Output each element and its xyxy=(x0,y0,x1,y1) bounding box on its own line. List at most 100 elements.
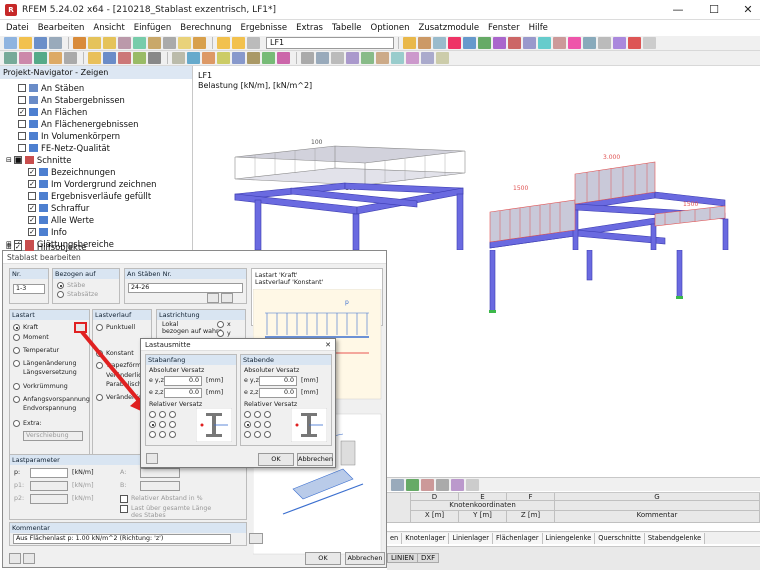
tool-icon[interactable] xyxy=(436,478,449,491)
tool-icon[interactable] xyxy=(583,37,596,49)
tool-icon[interactable] xyxy=(118,37,131,49)
radio-staebe[interactable] xyxy=(57,282,64,289)
member-numbers-field[interactable]: 24-26 xyxy=(128,283,243,293)
nav-item-ergebnisverlaeufe[interactable]: Ergebnisverläufe gefüllt xyxy=(28,190,151,201)
tab-stabendgelenke[interactable]: Stabendgelenke xyxy=(644,532,706,544)
tool-icon[interactable] xyxy=(217,37,230,49)
checkbox-relative[interactable] xyxy=(120,495,128,503)
close-button[interactable]: ✕ xyxy=(730,2,760,18)
column-header-g[interactable]: G xyxy=(555,493,760,501)
tool-icon[interactable] xyxy=(478,37,491,49)
tool-icon[interactable] xyxy=(103,37,116,49)
close-icon[interactable]: ✕ xyxy=(325,339,331,351)
tool-icon[interactable] xyxy=(346,52,359,64)
checkbox[interactable] xyxy=(18,131,26,140)
checkbox[interactable] xyxy=(18,119,26,128)
checkbox-whole-length[interactable] xyxy=(120,505,128,513)
radio-laengenaenderung[interactable] xyxy=(13,360,20,367)
grid-radio[interactable] xyxy=(149,431,156,438)
radio-anfangsvorspannung[interactable] xyxy=(13,396,20,403)
details-icon[interactable] xyxy=(23,553,35,564)
tool-icon[interactable] xyxy=(598,37,611,49)
tool-icon[interactable] xyxy=(217,52,230,64)
expand-icon[interactable]: ⊞ xyxy=(6,243,12,251)
tab-querschnitte[interactable]: Querschnitte xyxy=(595,532,645,544)
print-icon[interactable] xyxy=(49,37,62,49)
tool-icon[interactable] xyxy=(436,52,449,64)
tool-icon[interactable] xyxy=(232,52,245,64)
nav-item-hilfsobjekte[interactable]: ⊞ ✓ Hilfsobjekte xyxy=(6,241,86,252)
tool-icon[interactable] xyxy=(118,52,131,64)
nav-item-bezeichnungen[interactable]: ✓ Bezeichnungen xyxy=(28,166,115,177)
tab-liniengelenke[interactable]: Liniengelenke xyxy=(542,532,596,544)
tool-icon[interactable] xyxy=(553,37,566,49)
nav-item-schraffur[interactable]: ✓ Schraffur xyxy=(28,202,89,213)
pick-icon[interactable] xyxy=(207,293,219,303)
ok-button[interactable]: OK xyxy=(305,552,341,565)
status-dxf[interactable]: DXF xyxy=(417,553,440,563)
tool-icon[interactable] xyxy=(466,478,479,491)
tool-icon[interactable] xyxy=(193,37,206,49)
grid-radio[interactable] xyxy=(264,431,271,438)
param-p2-field[interactable] xyxy=(30,494,68,504)
nav-item-an-staben[interactable]: An Stäben xyxy=(18,82,84,93)
nav-item-an-flaechenergebnissen[interactable]: An Flächenergebnissen xyxy=(18,118,138,129)
tool-icon[interactable] xyxy=(133,52,146,64)
column-header-e[interactable]: E xyxy=(459,493,507,501)
tool-icon[interactable] xyxy=(19,52,32,64)
radio-stabsatz[interactable] xyxy=(57,291,64,298)
grid-radio[interactable] xyxy=(159,431,166,438)
grid-radio[interactable] xyxy=(169,431,176,438)
checkbox[interactable]: ✓ xyxy=(28,167,36,176)
checkbox[interactable]: ■ xyxy=(13,155,22,164)
nav-item-an-flaechen[interactable]: ✓ An Flächen xyxy=(18,106,87,117)
maximize-button[interactable]: ☐ xyxy=(696,2,732,18)
checkbox[interactable]: ✓ xyxy=(28,203,36,212)
model-view[interactable]: LF1 Belastung [kN/m], [kN/m^2] 100 100 xyxy=(195,66,760,250)
tool-icon[interactable] xyxy=(391,478,404,491)
tool-icon[interactable] xyxy=(247,52,260,64)
tool-icon[interactable] xyxy=(316,52,329,64)
grid-radio[interactable] xyxy=(169,411,176,418)
menu-einfuegen[interactable]: Einfügen xyxy=(134,23,172,33)
grid-radio[interactable] xyxy=(159,421,166,428)
tab-knoten[interactable]: en xyxy=(387,532,403,544)
radio-dir-x[interactable] xyxy=(217,321,224,328)
checkbox[interactable] xyxy=(18,143,26,152)
grid-radio[interactable] xyxy=(264,421,271,428)
pick-icon[interactable] xyxy=(221,293,233,303)
help-icon[interactable] xyxy=(146,453,158,464)
ey-end-field[interactable]: 0.0 xyxy=(259,376,297,386)
menu-ergebnisse[interactable]: Ergebnisse xyxy=(241,23,288,33)
ey-start-field[interactable]: 0.0 xyxy=(164,376,202,386)
column-header-f[interactable]: F xyxy=(507,493,555,501)
tool-icon[interactable] xyxy=(451,478,464,491)
radio-temperatur[interactable] xyxy=(13,347,20,354)
menu-hilfe[interactable]: Hilfe xyxy=(529,23,548,33)
tool-icon[interactable] xyxy=(202,52,215,64)
comment-field[interactable]: Aus Flächenlast p: 1.00 kN/m^2 (Richtung… xyxy=(13,534,231,544)
save-icon[interactable] xyxy=(34,37,47,49)
minimize-button[interactable]: — xyxy=(660,2,696,18)
tool-icon[interactable] xyxy=(187,52,200,64)
tool-icon[interactable] xyxy=(376,52,389,64)
nav-item-in-volumenkoerpern[interactable]: In Volumenkörpern xyxy=(18,130,120,141)
tool-icon[interactable] xyxy=(421,478,434,491)
menu-bearbeiten[interactable]: Bearbeiten xyxy=(38,23,85,33)
nav-item-fe-netz-qualitaet[interactable]: FE-Netz-Qualität xyxy=(18,142,110,153)
menu-fenster[interactable]: Fenster xyxy=(488,23,520,33)
tab-linienlager[interactable]: Linienlager xyxy=(449,532,494,544)
tool-icon[interactable] xyxy=(301,52,314,64)
tool-icon[interactable] xyxy=(628,37,641,49)
param-p1-field[interactable] xyxy=(30,481,68,491)
tool-icon[interactable] xyxy=(613,37,626,49)
grid-radio[interactable] xyxy=(159,411,166,418)
checkbox[interactable]: ✓ xyxy=(13,242,22,251)
grid-radio[interactable] xyxy=(149,411,156,418)
menu-zusatzmodule[interactable]: Zusatzmodule xyxy=(419,23,480,33)
nav-item-alle-werte[interactable]: ✓ Alle Werte xyxy=(28,214,94,225)
tool-icon[interactable] xyxy=(103,52,116,64)
collapse-icon[interactable]: ⊟ xyxy=(6,156,12,164)
radio-vorkruemmung[interactable] xyxy=(13,383,20,390)
new-icon[interactable] xyxy=(4,37,17,49)
